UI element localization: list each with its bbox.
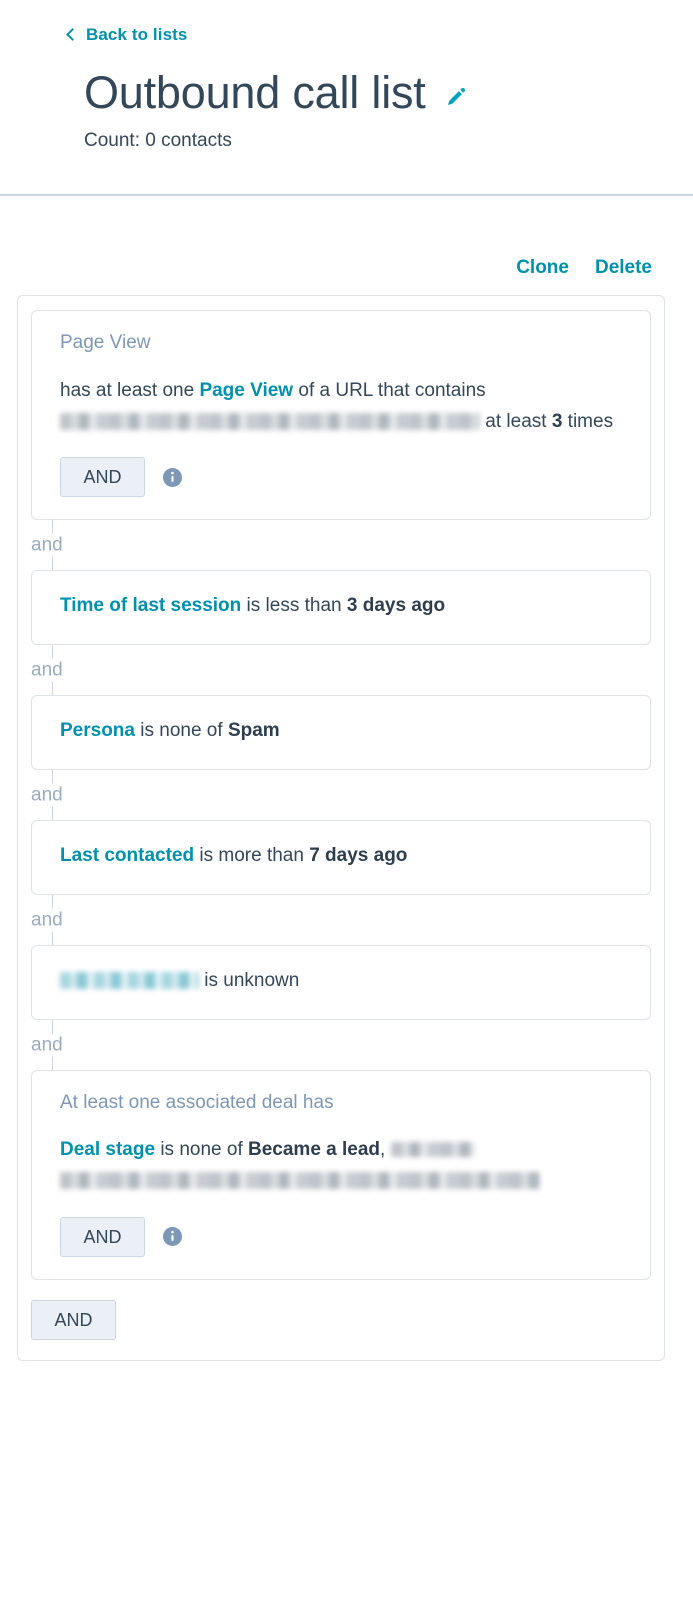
delete-button[interactable]: Delete bbox=[595, 258, 652, 277]
back-to-lists-link[interactable]: Back to lists bbox=[66, 25, 188, 44]
filter-criteria-text: is unknown bbox=[60, 966, 626, 997]
group-footer: AND bbox=[31, 1299, 651, 1340]
filter-property-link[interactable]: Deal stage bbox=[60, 1139, 155, 1160]
redacted-text bbox=[60, 413, 480, 431]
filter-property-link[interactable]: Page View bbox=[199, 380, 293, 401]
info-icon[interactable] bbox=[163, 1227, 182, 1247]
contact-count: Count: 0 contacts bbox=[84, 130, 232, 152]
redacted-text bbox=[60, 972, 199, 990]
page-header: Back to lists Outbound call list Count: … bbox=[0, 0, 693, 197]
filter-connector: and bbox=[31, 520, 651, 571]
connector-label: and bbox=[31, 658, 67, 682]
connector-label: and bbox=[31, 1033, 67, 1057]
clone-button[interactable]: Clone bbox=[516, 258, 569, 277]
filter-group: Page View has at least one Page View of a… bbox=[17, 295, 665, 1361]
header-divider bbox=[0, 194, 693, 197]
filter-criteria-text: has at least one Page View of a URL that… bbox=[60, 376, 626, 438]
filter-connector: and bbox=[31, 894, 651, 945]
filter-operator-text: times bbox=[562, 410, 614, 432]
filter-value: Spam bbox=[227, 720, 280, 742]
filter-connector: and bbox=[31, 645, 651, 696]
filter-criteria-text: Time of last session is less than 3 days… bbox=[60, 591, 626, 622]
filter-value: 3 bbox=[551, 410, 563, 432]
list-actions: Clone Delete bbox=[0, 258, 652, 277]
pencil-icon[interactable] bbox=[444, 84, 468, 108]
filter-connector: and bbox=[31, 770, 651, 820]
filter-criteria-text: Last contacted is more than 7 days ago bbox=[60, 841, 626, 872]
filter-value: Became a lead bbox=[248, 1139, 381, 1161]
list-detail-page: Back to lists Outbound call list Count: … bbox=[0, 0, 693, 1600]
filter-card[interactable]: Time of last session is less than 3 days… bbox=[31, 570, 651, 646]
filter-card[interactable]: Last contacted is more than 7 days ago bbox=[31, 820, 651, 895]
filter-card[interactable]: Page View has at least one Page View of a… bbox=[31, 310, 651, 521]
filter-criteria-text: Persona is none of Spam bbox=[60, 716, 626, 747]
filter-connector: and bbox=[31, 1019, 651, 1070]
and-button-row: AND bbox=[60, 1216, 626, 1257]
filter-property-link[interactable]: Persona bbox=[60, 720, 135, 741]
filter-criteria-text: Deal stage is none of Became a lead, bbox=[60, 1135, 626, 1197]
filter-operator-text: is more than bbox=[194, 845, 310, 866]
group-and-button[interactable]: AND bbox=[31, 1299, 116, 1340]
and-button[interactable]: AND bbox=[60, 1216, 145, 1257]
filter-operator-text: at least bbox=[480, 410, 552, 432]
filter-operator-text: is none of bbox=[134, 720, 228, 742]
connector-label: and bbox=[31, 908, 67, 932]
filter-card-heading: At least one associated deal has bbox=[60, 1091, 334, 1113]
filter-card-heading: Page View bbox=[60, 332, 151, 354]
filter-operator-text: is less than bbox=[241, 595, 347, 617]
connector-label: and bbox=[31, 783, 67, 807]
info-icon[interactable] bbox=[163, 467, 182, 487]
filter-property-link[interactable]: Time of last session bbox=[60, 595, 241, 616]
filter-card[interactable]: At least one associated deal has Deal sta… bbox=[31, 1069, 651, 1280]
filter-operator-text: is none of bbox=[155, 1139, 248, 1161]
connector-label: and bbox=[31, 533, 67, 557]
back-to-lists-label: Back to lists bbox=[86, 25, 188, 44]
filter-value: 3 days ago bbox=[346, 595, 446, 617]
filter-card[interactable]: is unknown bbox=[31, 944, 651, 1020]
page-title: Outbound call list bbox=[84, 67, 426, 118]
filter-value: 7 days ago bbox=[309, 845, 408, 866]
redacted-text bbox=[60, 1172, 540, 1190]
and-button-row: AND bbox=[60, 457, 626, 498]
redacted-text bbox=[390, 1141, 475, 1157]
and-button[interactable]: AND bbox=[60, 457, 145, 498]
filter-operator-text: of a URL that contains bbox=[293, 379, 486, 401]
filter-operator-text: , bbox=[380, 1139, 391, 1161]
filter-property-link[interactable]: Last contacted bbox=[60, 845, 194, 866]
title-row: Outbound call list bbox=[84, 69, 693, 116]
filter-operator-text: is unknown bbox=[199, 969, 300, 991]
filter-card[interactable]: Persona is none of Spam bbox=[31, 695, 651, 770]
filter-operator-text: has at least one bbox=[60, 379, 200, 401]
chevron-left-icon bbox=[66, 27, 79, 41]
